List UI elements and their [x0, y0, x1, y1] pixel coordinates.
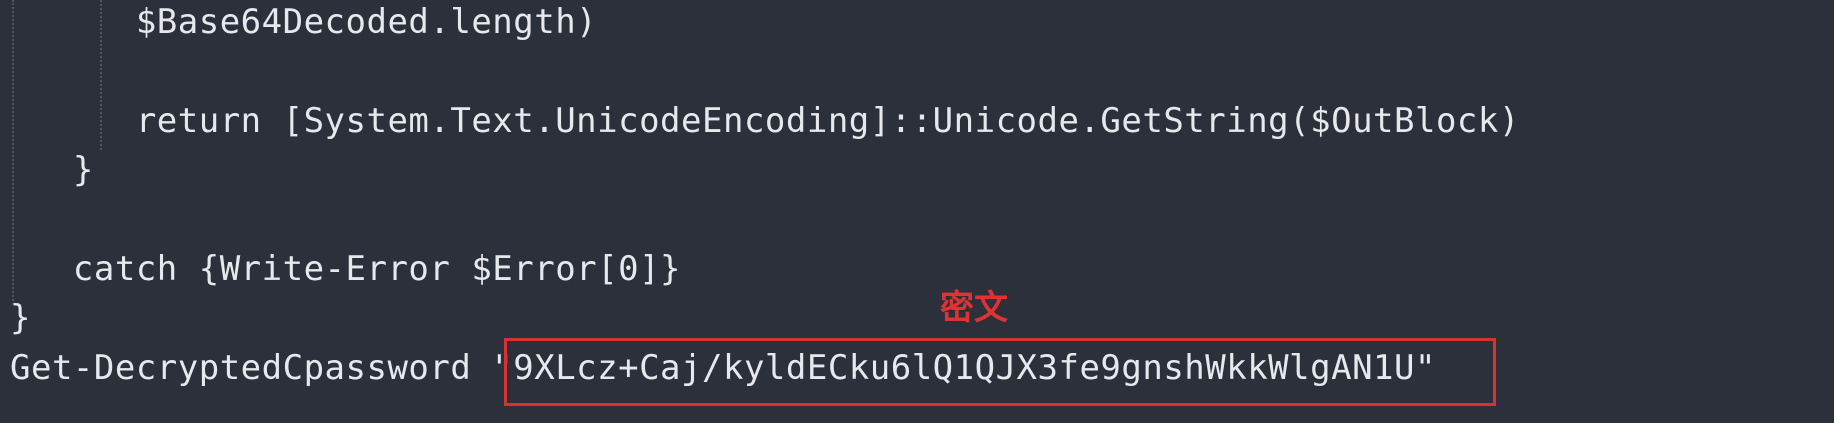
code-editor[interactable]: $Base64Decoded.length) return [System.Te…	[0, 0, 1834, 423]
code-line-3[interactable]: return [System.Text.UnicodeEncoding]::Un…	[10, 99, 1520, 143]
code-line-6[interactable]: catch {Write-Error $Error[0]}	[10, 247, 681, 291]
ciphertext-highlight-box	[504, 338, 1496, 406]
ciphertext-annotation-label: 密文	[940, 288, 1008, 328]
code-line-7[interactable]: }	[10, 296, 31, 340]
code-line-1[interactable]: $Base64Decoded.length)	[10, 0, 597, 44]
code-line-4[interactable]: }	[10, 148, 94, 192]
